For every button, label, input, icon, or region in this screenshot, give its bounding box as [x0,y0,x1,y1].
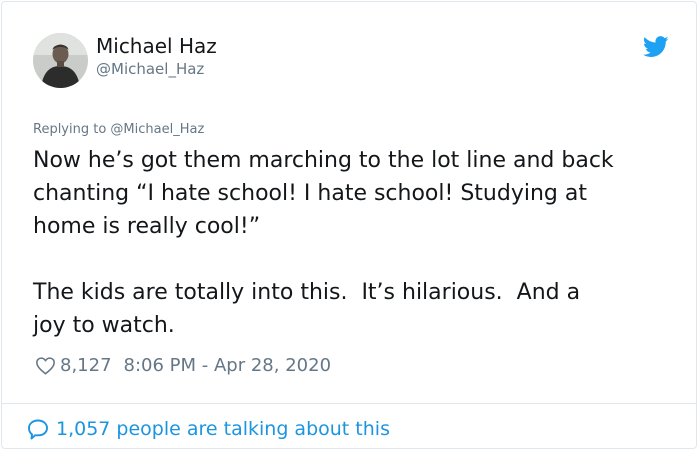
like-count[interactable]: 8,127 [60,355,112,376]
heart-icon[interactable] [35,356,56,375]
author-avatar[interactable] [33,33,88,88]
avatar-photo-icon [33,33,88,88]
talking-about-link[interactable]: 1,057 people are talking about this [26,416,390,442]
author-handle[interactable]: @Michael_Haz [96,60,204,78]
speech-bubble-icon [28,419,48,440]
tweet-meta: 8,127 8:06 PM - Apr 28, 2020 [35,352,331,378]
divider [2,403,696,404]
talking-about-label[interactable]: 1,057 people are talking about this [56,418,390,440]
replying-to-label[interactable]: Replying to @Michael_Haz [33,122,204,137]
author-display-name[interactable]: Michael Haz [96,34,217,58]
tweet-text: Now he’s got them marching to the lot li… [33,148,614,338]
tweet-card: Michael Haz @Michael_Haz Replying to @Mi… [1,1,697,449]
twitter-bird-icon[interactable] [642,36,669,58]
tweet-timestamp[interactable]: 8:06 PM - Apr 28, 2020 [124,355,331,376]
